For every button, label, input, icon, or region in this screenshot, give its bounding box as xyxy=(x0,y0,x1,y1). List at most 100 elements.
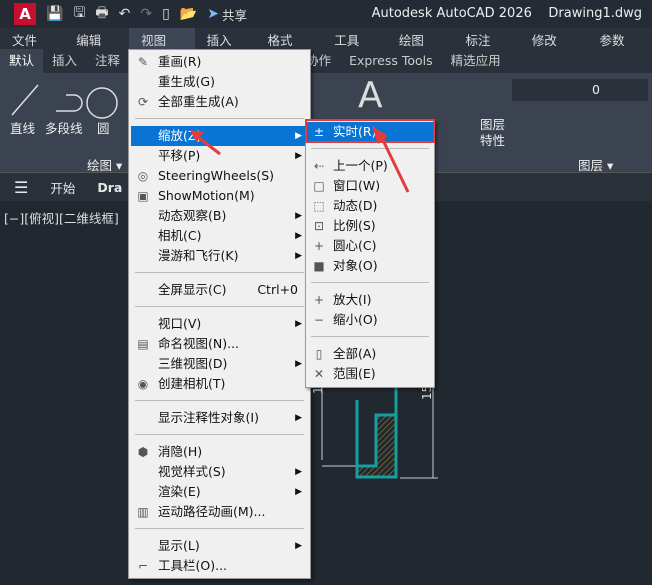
annotation-arrows xyxy=(190,126,410,193)
menu-item[interactable]: − 缩小(O) xyxy=(307,310,433,330)
menu-item-label: 比例(S) xyxy=(333,218,376,233)
zoom-out-icon: − xyxy=(313,313,325,327)
menu-item[interactable]: 显示注释性对象(I) ▶ xyxy=(131,408,308,428)
autocad-logo[interactable]: A xyxy=(14,3,36,25)
tab-start[interactable]: 开始 xyxy=(50,178,75,197)
submenu-arrow-icon: ▶ xyxy=(295,211,302,221)
menu-item[interactable]: ⬚ 动态(D) xyxy=(307,196,433,216)
menu-item-label: 动态观察(B) xyxy=(158,208,227,223)
menu-item-label: 对象(O) xyxy=(333,258,378,273)
menu-icon[interactable]: ☰ xyxy=(14,178,28,197)
undo-icon[interactable]: ↶ xyxy=(119,6,131,22)
menu-separator xyxy=(135,528,304,529)
menu-8[interactable]: 修改(M) xyxy=(520,28,588,64)
steeringwheel-icon: ◎ xyxy=(137,169,149,183)
zoom-extents-icon: ✕ xyxy=(313,367,325,381)
save-as-icon[interactable]: 🖫 xyxy=(73,2,85,26)
viewport-controls[interactable]: [−][俯视][二维线框] xyxy=(4,208,119,227)
menu-item[interactable]: 三维视图(D) ▶ xyxy=(131,354,308,374)
menu-item[interactable]: 漫游和飞行(K) ▶ xyxy=(131,246,308,266)
share-icon[interactable]: ➤ xyxy=(207,6,219,22)
submenu-arrow-icon: ▶ xyxy=(295,319,302,329)
showmotion-icon: ▣ xyxy=(137,189,149,203)
menu-item[interactable]: 相机(C) ▶ xyxy=(131,226,308,246)
menu-item[interactable]: ✕ 范围(E) xyxy=(307,364,433,384)
ribbon-tab-2[interactable]: 注释 xyxy=(86,49,129,73)
draw-panel-label[interactable]: 绘图 ▾ xyxy=(87,155,122,174)
menu-item-label: 缩小(O) xyxy=(333,312,378,327)
menu-item[interactable]: ■ 对象(O) xyxy=(307,256,433,276)
menu-item-label: 重画(R) xyxy=(158,54,202,69)
menu-item[interactable]: ⬢ 消隐(H) xyxy=(131,442,308,462)
menu-item-label: 命名视图(N)... xyxy=(158,336,240,351)
submenu-arrow-icon: ▶ xyxy=(295,487,302,497)
menu-0[interactable]: 文件(F) xyxy=(0,28,64,64)
menu-2[interactable]: 视图(V) xyxy=(129,28,195,64)
menu-item[interactable]: + 放大(I) xyxy=(307,290,433,310)
menu-item-label: 创建相机(T) xyxy=(158,376,226,391)
menu-item-label: 全部重生成(A) xyxy=(158,94,239,109)
menu-bar: 文件(F)编辑(E)视图(V)插入(I)格式(O)工具(T)绘图(D)标注(N)… xyxy=(0,28,652,64)
menu-item-label: 放大(I) xyxy=(333,292,372,307)
menu-item[interactable]: ▯ 全部(A) xyxy=(307,344,433,364)
share-button[interactable]: 共享 xyxy=(222,5,247,24)
zoom-in-icon: + xyxy=(313,293,325,307)
menu-item-label: 渲染(E) xyxy=(158,484,201,499)
menu-item[interactable]: ✎ 重画(R) xyxy=(131,52,308,72)
layer-dropdown[interactable]: 0 xyxy=(512,79,648,101)
menu-item[interactable]: 全屏显示(C) Ctrl+0 xyxy=(131,280,308,300)
menu-item[interactable]: 渲染(E) ▶ xyxy=(131,482,308,502)
layer-panel-label[interactable]: 图层 ▾ xyxy=(578,155,613,174)
menu-item[interactable]: ▤ 命名视图(N)... xyxy=(131,334,308,354)
menu-item-label: 视觉样式(S) xyxy=(158,464,226,479)
menu-item[interactable]: 视觉样式(S) ▶ xyxy=(131,462,308,482)
motion-path-icon: ▥ xyxy=(137,505,149,519)
menu-item[interactable]: ⌐ 工具栏(O)... xyxy=(131,556,308,576)
ribbon-tab-7[interactable]: 精选应用 xyxy=(442,49,510,73)
menu-item-label: 显示注释性对象(I) xyxy=(158,410,259,425)
menu-item[interactable]: 动态观察(B) ▶ xyxy=(131,206,308,226)
menu-4[interactable]: 格式(O) xyxy=(256,28,323,64)
open-folder-icon[interactable]: 📂 xyxy=(180,6,197,22)
zoom-object-icon: ■ xyxy=(313,259,325,273)
text-icon[interactable]: A xyxy=(358,75,383,116)
save-icon[interactable]: 💾 xyxy=(46,6,63,22)
menu-separator xyxy=(135,272,304,273)
submenu-arrow-icon: ▶ xyxy=(295,413,302,423)
redraw-icon: ✎ xyxy=(137,55,149,69)
menu-5[interactable]: 工具(T) xyxy=(322,28,387,64)
menu-7[interactable]: 标注(N) xyxy=(453,28,519,64)
ribbon-tab-1[interactable]: 插入 xyxy=(43,49,86,73)
menu-separator xyxy=(135,400,304,401)
print-icon[interactable]: 🖶 xyxy=(95,2,108,26)
zoom-center-icon: + xyxy=(313,239,325,253)
menu-item-label: 漫游和飞行(K) xyxy=(158,248,239,263)
menu-item-label: 全屏显示(C) xyxy=(158,282,227,297)
menu-item[interactable]: 重生成(G) xyxy=(131,72,308,92)
line-button[interactable]: 直线 xyxy=(10,118,35,137)
menu-item[interactable]: ◉ 创建相机(T) xyxy=(131,374,308,394)
tab-drawing[interactable]: Dra xyxy=(97,180,122,195)
menu-item[interactable]: 视口(V) ▶ xyxy=(131,314,308,334)
menu-item[interactable]: + 圆心(C) xyxy=(307,236,433,256)
submenu-arrow-icon: ▶ xyxy=(295,231,302,241)
menu-item[interactable]: 显示(L) ▶ xyxy=(131,536,308,556)
menu-9[interactable]: 参数(P) xyxy=(587,28,652,64)
menu-separator xyxy=(135,434,304,435)
new-file-icon[interactable]: ▯ xyxy=(162,6,170,22)
layer-properties-button[interactable]: 图层 特性 xyxy=(480,117,505,149)
menu-item[interactable]: ⟳ 全部重生成(A) xyxy=(131,92,308,112)
ribbon-tab-6[interactable]: Express Tools xyxy=(340,49,442,73)
ribbon-tab-0[interactable]: 默认 xyxy=(0,49,44,73)
redo-icon[interactable]: ↷ xyxy=(140,6,152,22)
menu-6[interactable]: 绘图(D) xyxy=(387,28,454,64)
polyline-button[interactable]: 多段线 xyxy=(45,118,83,137)
menu-item[interactable]: ⊡ 比例(S) xyxy=(307,216,433,236)
menu-item[interactable]: ▥ 运动路径动画(M)... xyxy=(131,502,308,522)
menu-item-label: 圆心(C) xyxy=(333,238,377,253)
menu-3[interactable]: 插入(I) xyxy=(195,28,256,64)
circle-button[interactable]: 圆 xyxy=(97,118,110,137)
menu-item-label: 显示(L) xyxy=(158,538,200,553)
menu-1[interactable]: 编辑(E) xyxy=(64,28,129,64)
ribbon-tabs: 默认插入注释附加模块协作Express Tools精选应用 xyxy=(0,49,652,73)
